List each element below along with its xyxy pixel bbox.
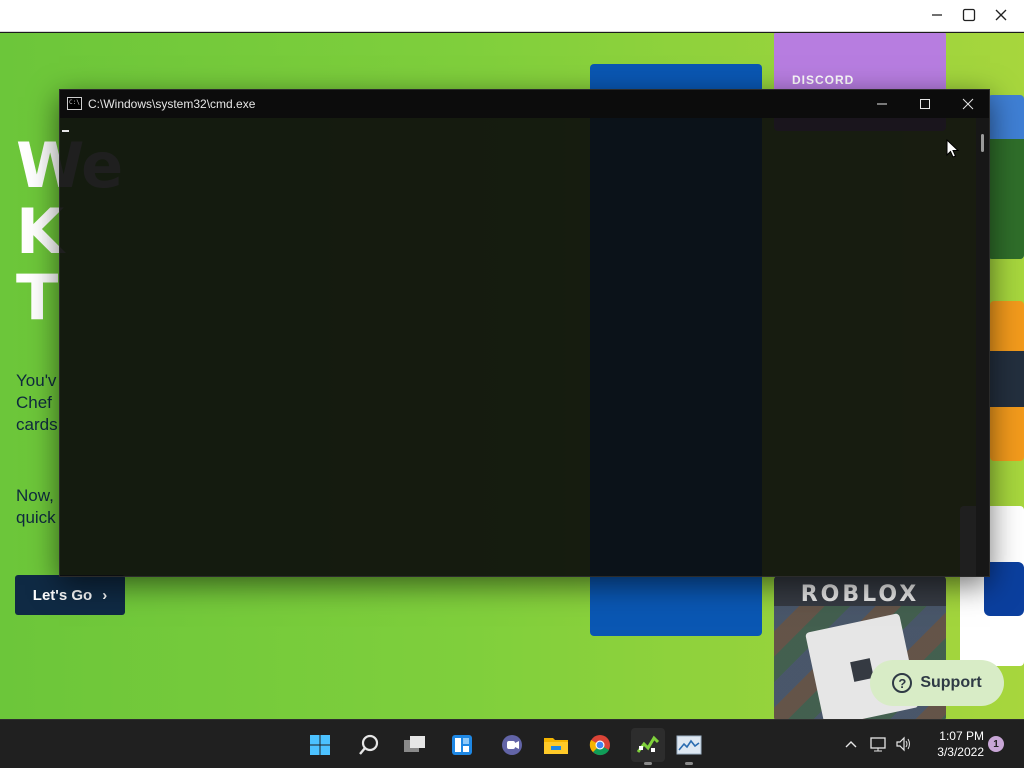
scrollbar-thumb[interactable] xyxy=(981,134,984,152)
minimize-icon xyxy=(932,14,942,16)
maximize-icon xyxy=(920,99,930,109)
volume-icon[interactable] xyxy=(893,728,915,760)
playstation-art xyxy=(984,562,1024,616)
cmd-close-button[interactable] xyxy=(946,90,990,118)
outer-window-titlebar xyxy=(0,0,1024,32)
task-manager-icon[interactable] xyxy=(672,728,706,765)
lets-go-label: Let's Go xyxy=(32,586,93,604)
amazon-band xyxy=(990,351,1024,407)
outer-maximize-button[interactable] xyxy=(953,0,985,30)
mouse-pointer-icon xyxy=(946,139,960,158)
lets-go-button[interactable]: Let's Go › xyxy=(15,575,125,615)
cmd-icon xyxy=(67,97,82,110)
taskbar: 1:07 PM 3/3/2022 1 xyxy=(0,719,1024,768)
cmd-scrollbar[interactable] xyxy=(976,118,989,576)
chevron-right-icon: › xyxy=(102,586,108,604)
network-icon[interactable] xyxy=(868,728,890,760)
clock-date: 3/3/2022 xyxy=(937,745,984,759)
chevron-up-icon[interactable] xyxy=(842,728,860,760)
outer-minimize-button[interactable] xyxy=(921,0,953,30)
minimize-icon xyxy=(877,103,887,105)
cmd-minimize-button[interactable] xyxy=(860,90,904,118)
outer-close-button[interactable] xyxy=(985,0,1017,30)
cmd-console-area[interactable] xyxy=(60,118,976,576)
search-icon[interactable] xyxy=(352,728,386,762)
active-indicator xyxy=(644,762,652,765)
cmd-maximize-button[interactable] xyxy=(903,90,947,118)
cmd-window[interactable]: C:\Windows\system32\cmd.exe xyxy=(59,89,990,577)
cmd-titlebar[interactable]: C:\Windows\system32\cmd.exe xyxy=(60,90,989,118)
close-icon xyxy=(962,98,974,110)
close-icon xyxy=(995,9,1007,21)
windows-start-icon[interactable] xyxy=(303,728,337,762)
roblox-logo: ROBLOX xyxy=(800,582,920,607)
clock-time: 1:07 PM xyxy=(939,729,984,743)
maximize-icon xyxy=(962,8,976,22)
gift-card-minecraft[interactable] xyxy=(988,95,1024,259)
teams-chat-icon[interactable] xyxy=(495,728,529,762)
help-icon: ? xyxy=(892,673,913,693)
gift-card-amazon[interactable] xyxy=(990,301,1024,461)
chrome-icon[interactable] xyxy=(583,728,617,762)
cmd-window-title: C:\Windows\system32\cmd.exe xyxy=(88,97,256,111)
minecraft-art xyxy=(988,139,1024,259)
discord-card-label: DISCORD xyxy=(792,73,855,87)
support-button[interactable]: ? Support xyxy=(870,660,1004,706)
text-cursor xyxy=(62,130,69,132)
active-indicator xyxy=(685,762,693,765)
widgets-icon[interactable] xyxy=(445,728,479,762)
system-clock[interactable]: 1:07 PM 3/3/2022 xyxy=(920,728,984,760)
desktop-screen: We K T You'v Chef cards Now, quick Let's… xyxy=(0,0,1024,768)
support-label: Support xyxy=(920,674,982,691)
file-explorer-icon[interactable] xyxy=(539,728,573,762)
notification-badge[interactable]: 1 xyxy=(988,736,1004,752)
task-view-icon[interactable] xyxy=(398,728,432,762)
app-icon[interactable] xyxy=(631,728,665,765)
